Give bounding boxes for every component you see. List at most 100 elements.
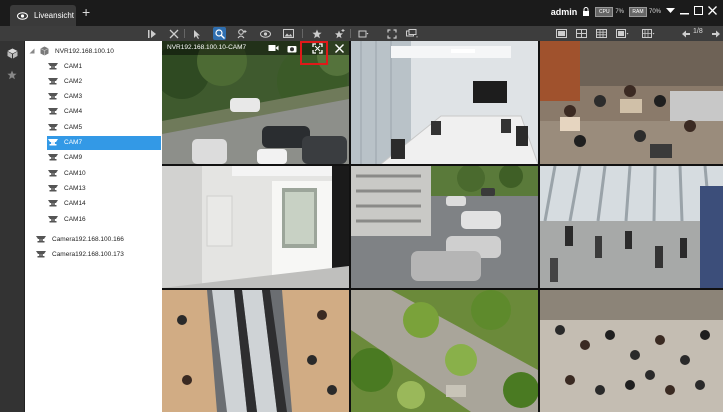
video-cell-3[interactable] <box>540 41 723 164</box>
snapshot-icon[interactable] <box>286 42 298 54</box>
video-grid: NVR192.168.100.10-CAM7 <box>162 41 723 412</box>
record-icon[interactable] <box>267 42 279 54</box>
camera-icon <box>47 138 59 148</box>
tree-item-label: CAM1 <box>64 62 83 70</box>
close-cell-icon[interactable] <box>333 42 345 54</box>
tree-item-label: CAM13 <box>64 184 86 192</box>
tree-item-camera[interactable]: CAM1 <box>47 59 161 73</box>
video-frame-cafeteria <box>540 41 723 164</box>
camera-icon <box>47 107 59 117</box>
page-indicator: 1/8 <box>693 28 703 35</box>
tree-item-camera[interactable]: CAM14 <box>47 197 161 211</box>
video-frame-meeting <box>351 41 538 164</box>
device-list-icon[interactable] <box>6 47 18 59</box>
highlight-box <box>300 41 328 65</box>
tree-item-camera[interactable]: CAM16 <box>47 212 161 226</box>
camera-icon <box>47 122 59 132</box>
camera-icon <box>35 249 47 259</box>
layout-custom-icon[interactable] <box>616 27 629 40</box>
close-window-icon[interactable] <box>708 6 717 18</box>
tree-item-label: CAM7 <box>64 139 83 146</box>
video-cell-8[interactable] <box>351 290 538 412</box>
video-frame-airport <box>540 166 723 288</box>
image-icon[interactable] <box>282 27 295 40</box>
cpu-value: 7% <box>615 9 624 15</box>
tab-label: Liveansicht <box>34 11 75 20</box>
pointer-icon[interactable] <box>190 27 203 40</box>
tree-item-camera[interactable]: CAM7 <box>47 135 161 150</box>
layout-1-icon[interactable] <box>555 27 568 40</box>
favorites-icon[interactable] <box>6 69 18 81</box>
favorite-add-icon[interactable] <box>333 27 346 40</box>
screens-icon[interactable] <box>405 27 418 40</box>
ram-label: RAM <box>628 7 647 17</box>
layout-9-icon[interactable] <box>595 27 608 40</box>
left-strip <box>0 41 25 412</box>
cell-caption: NVR192.168.100.10-CAM7 <box>167 44 247 51</box>
favorite-icon[interactable] <box>310 27 323 40</box>
video-frame-parking <box>351 166 538 288</box>
collapse-icon[interactable] <box>29 48 36 54</box>
camera-icon <box>47 153 59 163</box>
fullscreen-icon[interactable] <box>385 27 398 40</box>
video-frame-office <box>162 166 349 288</box>
device-tree: NVR192.168.100.10 CAM1 CAM2 CAM3 CAM4 CAM5 CA… <box>25 41 162 412</box>
tree-item-label: CAM2 <box>64 77 83 85</box>
tree-item-camera[interactable]: CAM5 <box>47 120 161 134</box>
cpu-label: CPU <box>595 7 614 17</box>
repeat-icon[interactable] <box>357 27 370 40</box>
zoom-icon[interactable] <box>213 27 226 40</box>
video-frame-garden <box>351 290 538 412</box>
video-cell-6[interactable] <box>540 166 723 288</box>
tab-liveview[interactable]: Liveansicht <box>10 5 76 26</box>
tree-item-camera[interactable]: CAM4 <box>47 105 161 119</box>
maximize-icon[interactable] <box>694 6 703 18</box>
video-cell-2[interactable] <box>351 41 538 164</box>
nvr-icon <box>38 46 50 56</box>
layout-4-icon[interactable] <box>575 27 588 40</box>
eye-icon <box>17 11 28 20</box>
play-icon[interactable] <box>145 27 158 40</box>
add-tab-button[interactable]: + <box>82 4 90 20</box>
tree-item-camera[interactable]: CAM2 <box>47 74 161 88</box>
video-cell-9[interactable] <box>540 290 723 412</box>
camera-icon <box>47 199 59 209</box>
tree-item-label: CAM14 <box>64 200 86 208</box>
camera-icon <box>47 76 59 86</box>
tree-item-camera[interactable]: CAM13 <box>47 181 161 195</box>
tree-item-camera[interactable]: CAM3 <box>47 90 161 104</box>
lock-icon[interactable] <box>582 6 590 18</box>
video-cell-4[interactable] <box>162 166 349 288</box>
video-cell-7[interactable] <box>162 290 349 412</box>
tree-item-label: CAM10 <box>64 169 86 177</box>
tree-item-camera-166[interactable]: Camera192.168.100.166 <box>35 232 159 246</box>
camera-icon <box>47 183 59 193</box>
tree-item-label: CAM9 <box>64 154 83 162</box>
ram-meter: RAM 70% <box>628 7 661 17</box>
tree-item-label: CAM4 <box>64 108 83 116</box>
tree-item-camera[interactable]: CAM9 <box>47 151 161 165</box>
close-all-icon[interactable] <box>167 27 180 40</box>
tree-item-label: CAM5 <box>64 123 83 131</box>
tree-item-camera-173[interactable]: Camera192.168.100.173 <box>35 247 159 261</box>
view-icon[interactable] <box>259 27 272 40</box>
video-cell-5[interactable] <box>351 166 538 288</box>
tree-item-camera[interactable]: CAM10 <box>47 166 161 180</box>
menu-icon[interactable] <box>666 7 675 18</box>
next-page-icon[interactable] <box>709 27 722 40</box>
toolbar: 1/8 <box>0 26 723 42</box>
camera-icon <box>47 92 59 102</box>
cpu-meter: CPU 7% <box>595 7 624 17</box>
tree-item-label: Camera192.168.100.166 <box>52 235 124 243</box>
ptz-icon[interactable] <box>236 27 249 40</box>
video-frame-crowd <box>540 290 723 412</box>
camera-icon <box>47 168 59 178</box>
layout-more-icon[interactable] <box>642 27 655 40</box>
minimize-icon[interactable] <box>680 6 689 18</box>
camera-icon <box>47 214 59 224</box>
tree-item-label: Camera192.168.100.173 <box>52 250 124 258</box>
ram-value: 70% <box>648 9 661 15</box>
prev-page-icon[interactable] <box>679 27 692 40</box>
video-frame-escalators <box>162 290 349 412</box>
tree-item-nvr[interactable]: NVR192.168.100.10 <box>29 44 159 58</box>
